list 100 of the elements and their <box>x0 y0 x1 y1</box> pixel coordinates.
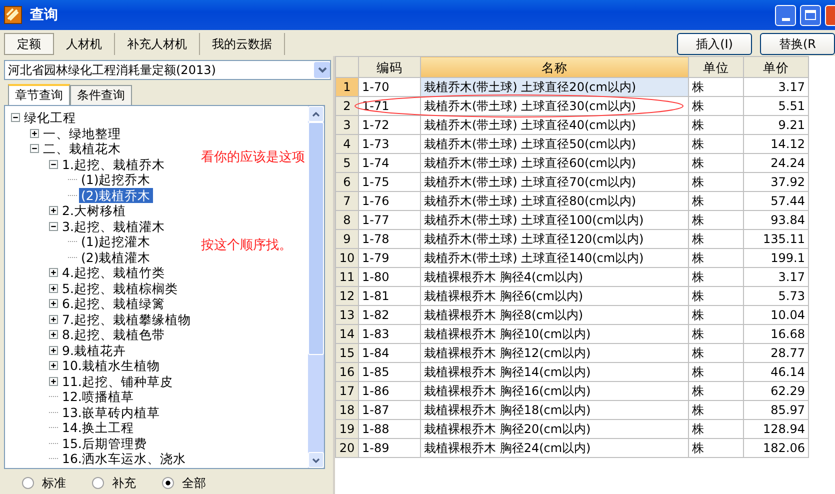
table-cell: 株 <box>688 172 744 192</box>
table-cell: 9.21 <box>744 116 808 134</box>
table-cell: 株 <box>688 210 744 230</box>
radio-button[interactable] <box>22 476 34 489</box>
column-header[interactable]: 名称 <box>420 56 688 78</box>
tree-item[interactable]: 5.起挖、栽植棕榈类 <box>60 280 180 296</box>
column-header[interactable]: 单价 <box>744 56 808 78</box>
expand-icon[interactable] <box>49 268 58 278</box>
table-cell: 栽植裸根乔木 胸径24(cm以内) <box>420 438 688 458</box>
table-cell: 62.29 <box>744 382 808 400</box>
tree-item[interactable]: (1)起挖乔木 <box>79 172 153 188</box>
tree-item[interactable]: 13.嵌草砖内植草 <box>60 404 162 420</box>
table-cell: 182.06 <box>744 438 808 458</box>
tree-item[interactable]: 9.栽植花卉 <box>60 342 128 358</box>
annotation-text: 按这个顺序找。 <box>201 238 292 254</box>
quota-dropdown[interactable]: 河北省园林绿化工程消耗量定额(2013) <box>4 60 331 80</box>
tree-item[interactable]: 7.起挖、栽植攀缘植物 <box>60 312 193 327</box>
tab[interactable]: 条件查询 <box>70 85 132 105</box>
table-cell: 10.04 <box>744 306 808 324</box>
tab[interactable]: 补充人材机 <box>115 33 200 55</box>
tree-item[interactable]: 一、绿地整理 <box>41 126 123 141</box>
tree-item[interactable]: 3.起挖、栽植灌木 <box>60 218 167 234</box>
close-button[interactable] <box>825 4 835 26</box>
column-header[interactable]: 编码 <box>358 56 420 78</box>
table-cell: 株 <box>688 192 744 210</box>
table-cell: 株 <box>688 438 744 458</box>
expand-icon[interactable] <box>49 361 58 370</box>
collapse-icon[interactable] <box>49 160 58 169</box>
table-cell: 栽植乔木(带土球) 土球直径140(cm以内) <box>420 248 688 268</box>
tree-item[interactable]: 10.栽植水生植物 <box>60 358 162 374</box>
table-cell: 1-74 <box>358 154 420 172</box>
expand-icon[interactable] <box>49 330 58 340</box>
table-cell: 128.94 <box>744 420 808 438</box>
expand-icon[interactable] <box>49 314 58 324</box>
table-cell: 5.51 <box>744 96 808 116</box>
table-cell: 28.77 <box>744 344 808 362</box>
table-cell: 栽植裸根乔木 胸径14(cm以内) <box>420 362 688 382</box>
maximize-button[interactable] <box>800 4 821 26</box>
table-cell: 37.92 <box>744 172 808 192</box>
toolbar-button[interactable]: 替换(R <box>760 33 835 55</box>
radio-button[interactable] <box>92 476 104 489</box>
tree-item[interactable]: 绿化工程 <box>22 110 78 126</box>
scroll-up-button[interactable] <box>308 106 324 122</box>
tab[interactable]: 我的云数据 <box>200 33 285 55</box>
row-number: 4 <box>336 134 358 154</box>
chevron-down-icon <box>312 458 320 462</box>
radio-label: 补充 <box>112 476 136 490</box>
scrollbar[interactable] <box>308 106 324 468</box>
tab[interactable]: 章节查询 <box>8 84 70 105</box>
table-cell: 株 <box>688 78 744 96</box>
tree-item[interactable]: 15.后期管理费 <box>60 436 149 451</box>
scroll-thumb[interactable] <box>308 122 324 355</box>
row-number: 11 <box>336 268 358 286</box>
table-cell: 1-82 <box>358 306 420 324</box>
table-cell: 株 <box>688 344 744 362</box>
table-cell: 57.44 <box>744 192 808 210</box>
table-cell: 栽植乔木(带土球) 土球直径80(cm以内) <box>420 192 688 210</box>
tab[interactable]: 人材机 <box>54 33 115 55</box>
expand-icon[interactable] <box>49 346 58 355</box>
table-cell: 栽植裸根乔木 胸径10(cm以内) <box>420 324 688 344</box>
table-cell: 1-79 <box>358 248 420 268</box>
expand-icon[interactable] <box>30 128 39 138</box>
tree-item[interactable]: 11.起挖、铺种草皮 <box>60 374 175 389</box>
toolbar-button[interactable]: 插入(I) <box>677 33 752 55</box>
tree-item[interactable]: 14.换土工程 <box>60 420 136 436</box>
collapse-icon[interactable] <box>49 222 58 231</box>
row-number: 13 <box>336 306 358 324</box>
tree-item[interactable]: (2)栽植灌木 <box>79 250 153 265</box>
table-cell: 栽植乔木(带土球) 土球直径60(cm以内) <box>420 154 688 172</box>
tab[interactable]: 定额 <box>4 33 54 55</box>
table-cell: 栽植乔木(带土球) 土球直径30(cm以内) <box>420 96 688 116</box>
radio-button[interactable] <box>162 476 174 489</box>
collapse-icon[interactable] <box>11 113 20 122</box>
scroll-down-button[interactable] <box>308 452 324 468</box>
tree-item[interactable]: (1)起挖灌木 <box>79 234 153 250</box>
tree-item[interactable]: 1.起挖、栽植乔木 <box>60 156 167 172</box>
tree-item[interactable]: 12.喷播植草 <box>60 389 136 404</box>
table-cell: 93.84 <box>744 210 808 230</box>
table-cell: 46.14 <box>744 362 808 382</box>
table-cell: 株 <box>688 154 744 172</box>
tree-item[interactable]: (2)栽植乔木 <box>79 188 153 203</box>
expand-icon[interactable] <box>49 284 58 293</box>
tree-item[interactable]: 4.起挖、栽植竹类 <box>60 265 167 280</box>
expand-icon[interactable] <box>49 376 58 386</box>
collapse-icon[interactable] <box>30 144 39 154</box>
tree-item[interactable]: 8.起挖、栽植色带 <box>60 327 167 342</box>
table-cell: 135.11 <box>744 230 808 248</box>
tree-item[interactable]: 二、栽植花木 <box>41 141 123 156</box>
expand-icon[interactable] <box>49 299 58 308</box>
table-cell: 1-73 <box>358 134 420 154</box>
table-cell: 1-83 <box>358 324 420 344</box>
annotation-text: 看你的应该是这项 <box>201 150 305 166</box>
tree-item[interactable]: 16.洒水车运水、浇水 <box>60 451 188 466</box>
row-number: 15 <box>336 344 358 362</box>
column-header[interactable]: 单位 <box>688 56 744 78</box>
chevron-up-icon <box>312 112 320 116</box>
tree-item[interactable]: 6.起挖、栽植绿篱 <box>60 296 167 312</box>
minimize-button[interactable] <box>775 4 796 26</box>
expand-icon[interactable] <box>49 206 58 216</box>
tree-item[interactable]: 2.大树移植 <box>60 203 128 218</box>
